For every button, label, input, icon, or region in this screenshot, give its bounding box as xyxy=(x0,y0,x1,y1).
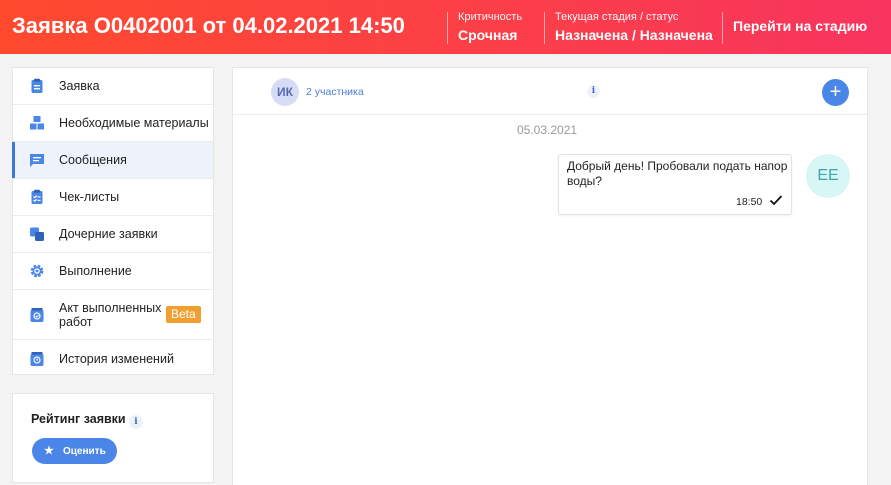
chat-header: ИК 2 участника i + xyxy=(233,68,867,115)
checklist-icon xyxy=(31,189,43,204)
sidebar: Заявка Необходимые материалы Сообщения Ч… xyxy=(12,67,214,375)
rating-panel: Рейтинг заявки i ★ Оценить xyxy=(12,393,214,483)
act-icon xyxy=(30,307,44,322)
sidebar-item-label: Выполнение xyxy=(59,264,132,278)
sidebar-item-messages[interactable]: Сообщения xyxy=(12,142,213,179)
checkmark-icon xyxy=(769,195,783,206)
info-icon[interactable]: i xyxy=(587,85,600,98)
header-divider xyxy=(722,12,723,44)
message-time: 18:50 xyxy=(736,196,763,208)
participants-link[interactable]: 2 участника xyxy=(306,86,364,98)
sidebar-item-label: Чек-листы xyxy=(59,190,120,204)
sidebar-item-execution[interactable]: Выполнение xyxy=(13,253,213,290)
sidebar-item-label: Сообщения xyxy=(59,153,127,167)
sidebar-item-request[interactable]: Заявка xyxy=(13,68,213,105)
sidebar-item-label: Дочерние заявки xyxy=(59,227,158,241)
clipboard-icon xyxy=(31,78,43,93)
rate-button[interactable]: ★ Оценить xyxy=(32,438,117,464)
page-title: Заявка О0402001 от 04.02.2021 14:50 xyxy=(12,13,405,38)
rate-button-label: Оценить xyxy=(63,446,106,457)
sidebar-item-act[interactable]: Акт выполненных работ Beta xyxy=(13,290,213,340)
gear-icon xyxy=(30,264,44,278)
criticality-label: Критичность xyxy=(458,11,523,23)
sidebar-item-materials[interactable]: Необходимые материалы xyxy=(13,105,213,142)
header-divider xyxy=(544,12,545,44)
rating-title: Рейтинг заявки xyxy=(31,412,126,426)
sidebar-item-label: Заявка xyxy=(59,79,100,93)
child-requests-icon xyxy=(30,227,44,241)
star-icon: ★ xyxy=(44,445,54,457)
criticality-value: Срочная xyxy=(458,27,518,43)
message-text: Добрый день! Пробовали подать напор воды… xyxy=(567,159,788,188)
info-icon[interactable]: i xyxy=(129,415,143,429)
history-icon xyxy=(30,351,44,366)
sidebar-item-label: Необходимые материалы xyxy=(59,116,209,130)
avatar[interactable]: ЕЕ xyxy=(806,154,850,198)
stage-value: Назначена / Назначена xyxy=(555,27,713,43)
header-bar: Заявка О0402001 от 04.02.2021 14:50 Крит… xyxy=(0,0,891,54)
message-date: 05.03.2021 xyxy=(517,123,578,137)
sidebar-item-checklists[interactable]: Чек-листы xyxy=(13,179,213,216)
add-participant-button[interactable]: + xyxy=(822,79,849,106)
sidebar-item-history[interactable]: История изменений xyxy=(13,340,213,377)
header-divider xyxy=(447,12,448,44)
avatar[interactable]: ИК xyxy=(271,78,299,106)
boxes-icon xyxy=(30,116,44,130)
sidebar-item-label: Акт выполненных работ xyxy=(59,300,162,329)
goto-stage-button[interactable]: Перейти на стадию xyxy=(733,18,867,34)
sidebar-item-label: История изменений xyxy=(59,351,174,366)
sidebar-item-child-requests[interactable]: Дочерние заявки xyxy=(13,216,213,253)
message-bubble: Добрый день! Пробовали подать напор воды… xyxy=(558,154,792,215)
chat-panel: ИК 2 участника i + 05.03.2021 Добрый ден… xyxy=(232,67,868,485)
message-icon xyxy=(30,154,44,167)
beta-badge: Beta xyxy=(166,306,201,323)
stage-label: Текущая стадия / статус xyxy=(555,11,679,23)
